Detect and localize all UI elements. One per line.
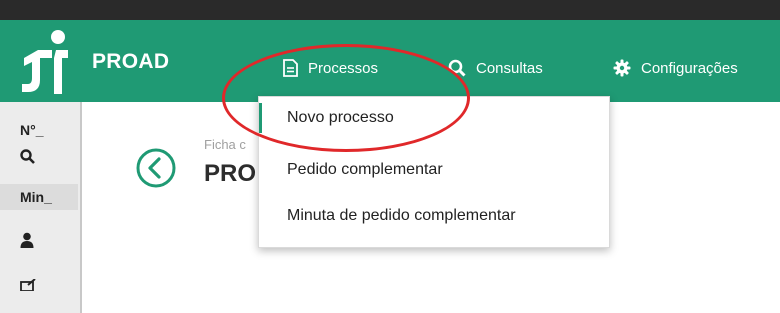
processos-dropdown-menu: Novo processo Pedido complementar Minuta… [258, 96, 610, 248]
nav-consultas-label: Consultas [476, 59, 543, 77]
active-item-indicator [259, 103, 262, 133]
sidebar-search-button[interactable] [0, 149, 78, 167]
back-icon[interactable] [135, 147, 177, 189]
nav-processos-label: Processos [308, 59, 379, 77]
navbar: PROAD Processos Consultas Configurações [0, 20, 780, 102]
edit-icon [20, 278, 36, 292]
document-icon [283, 59, 298, 77]
nav-processos[interactable]: Processos [283, 59, 378, 77]
page-title: PRO [204, 160, 257, 187]
menu-item-minuta-pedido-complementar[interactable]: Minuta de pedido complementar [287, 207, 516, 225]
nav-consultas[interactable]: Consultas [448, 59, 543, 77]
top-strip [0, 0, 780, 20]
proad-logo-icon [22, 30, 68, 94]
sidebar-user-button[interactable] [0, 232, 78, 251]
sidebar-number-field[interactable]: N°_ [0, 122, 78, 138]
user-icon [20, 232, 34, 248]
search-icon [20, 149, 35, 164]
nav-configuracoes-label: Configurações [641, 59, 738, 77]
menu-item-pedido-complementar[interactable]: Pedido complementar [287, 161, 443, 179]
page-subtitle: Ficha c [204, 137, 246, 152]
sidebar-edit-button[interactable] [0, 278, 78, 294]
gear-icon [613, 59, 631, 77]
nav-configuracoes[interactable]: Configurações [613, 59, 738, 77]
search-icon [448, 59, 466, 77]
left-sidebar: N°_ Min_ [0, 102, 82, 313]
sidebar-minimized-item[interactable]: Min_ [0, 184, 78, 210]
menu-item-novo-processo[interactable]: Novo processo [287, 109, 394, 127]
brand-name: PROAD [92, 50, 170, 73]
